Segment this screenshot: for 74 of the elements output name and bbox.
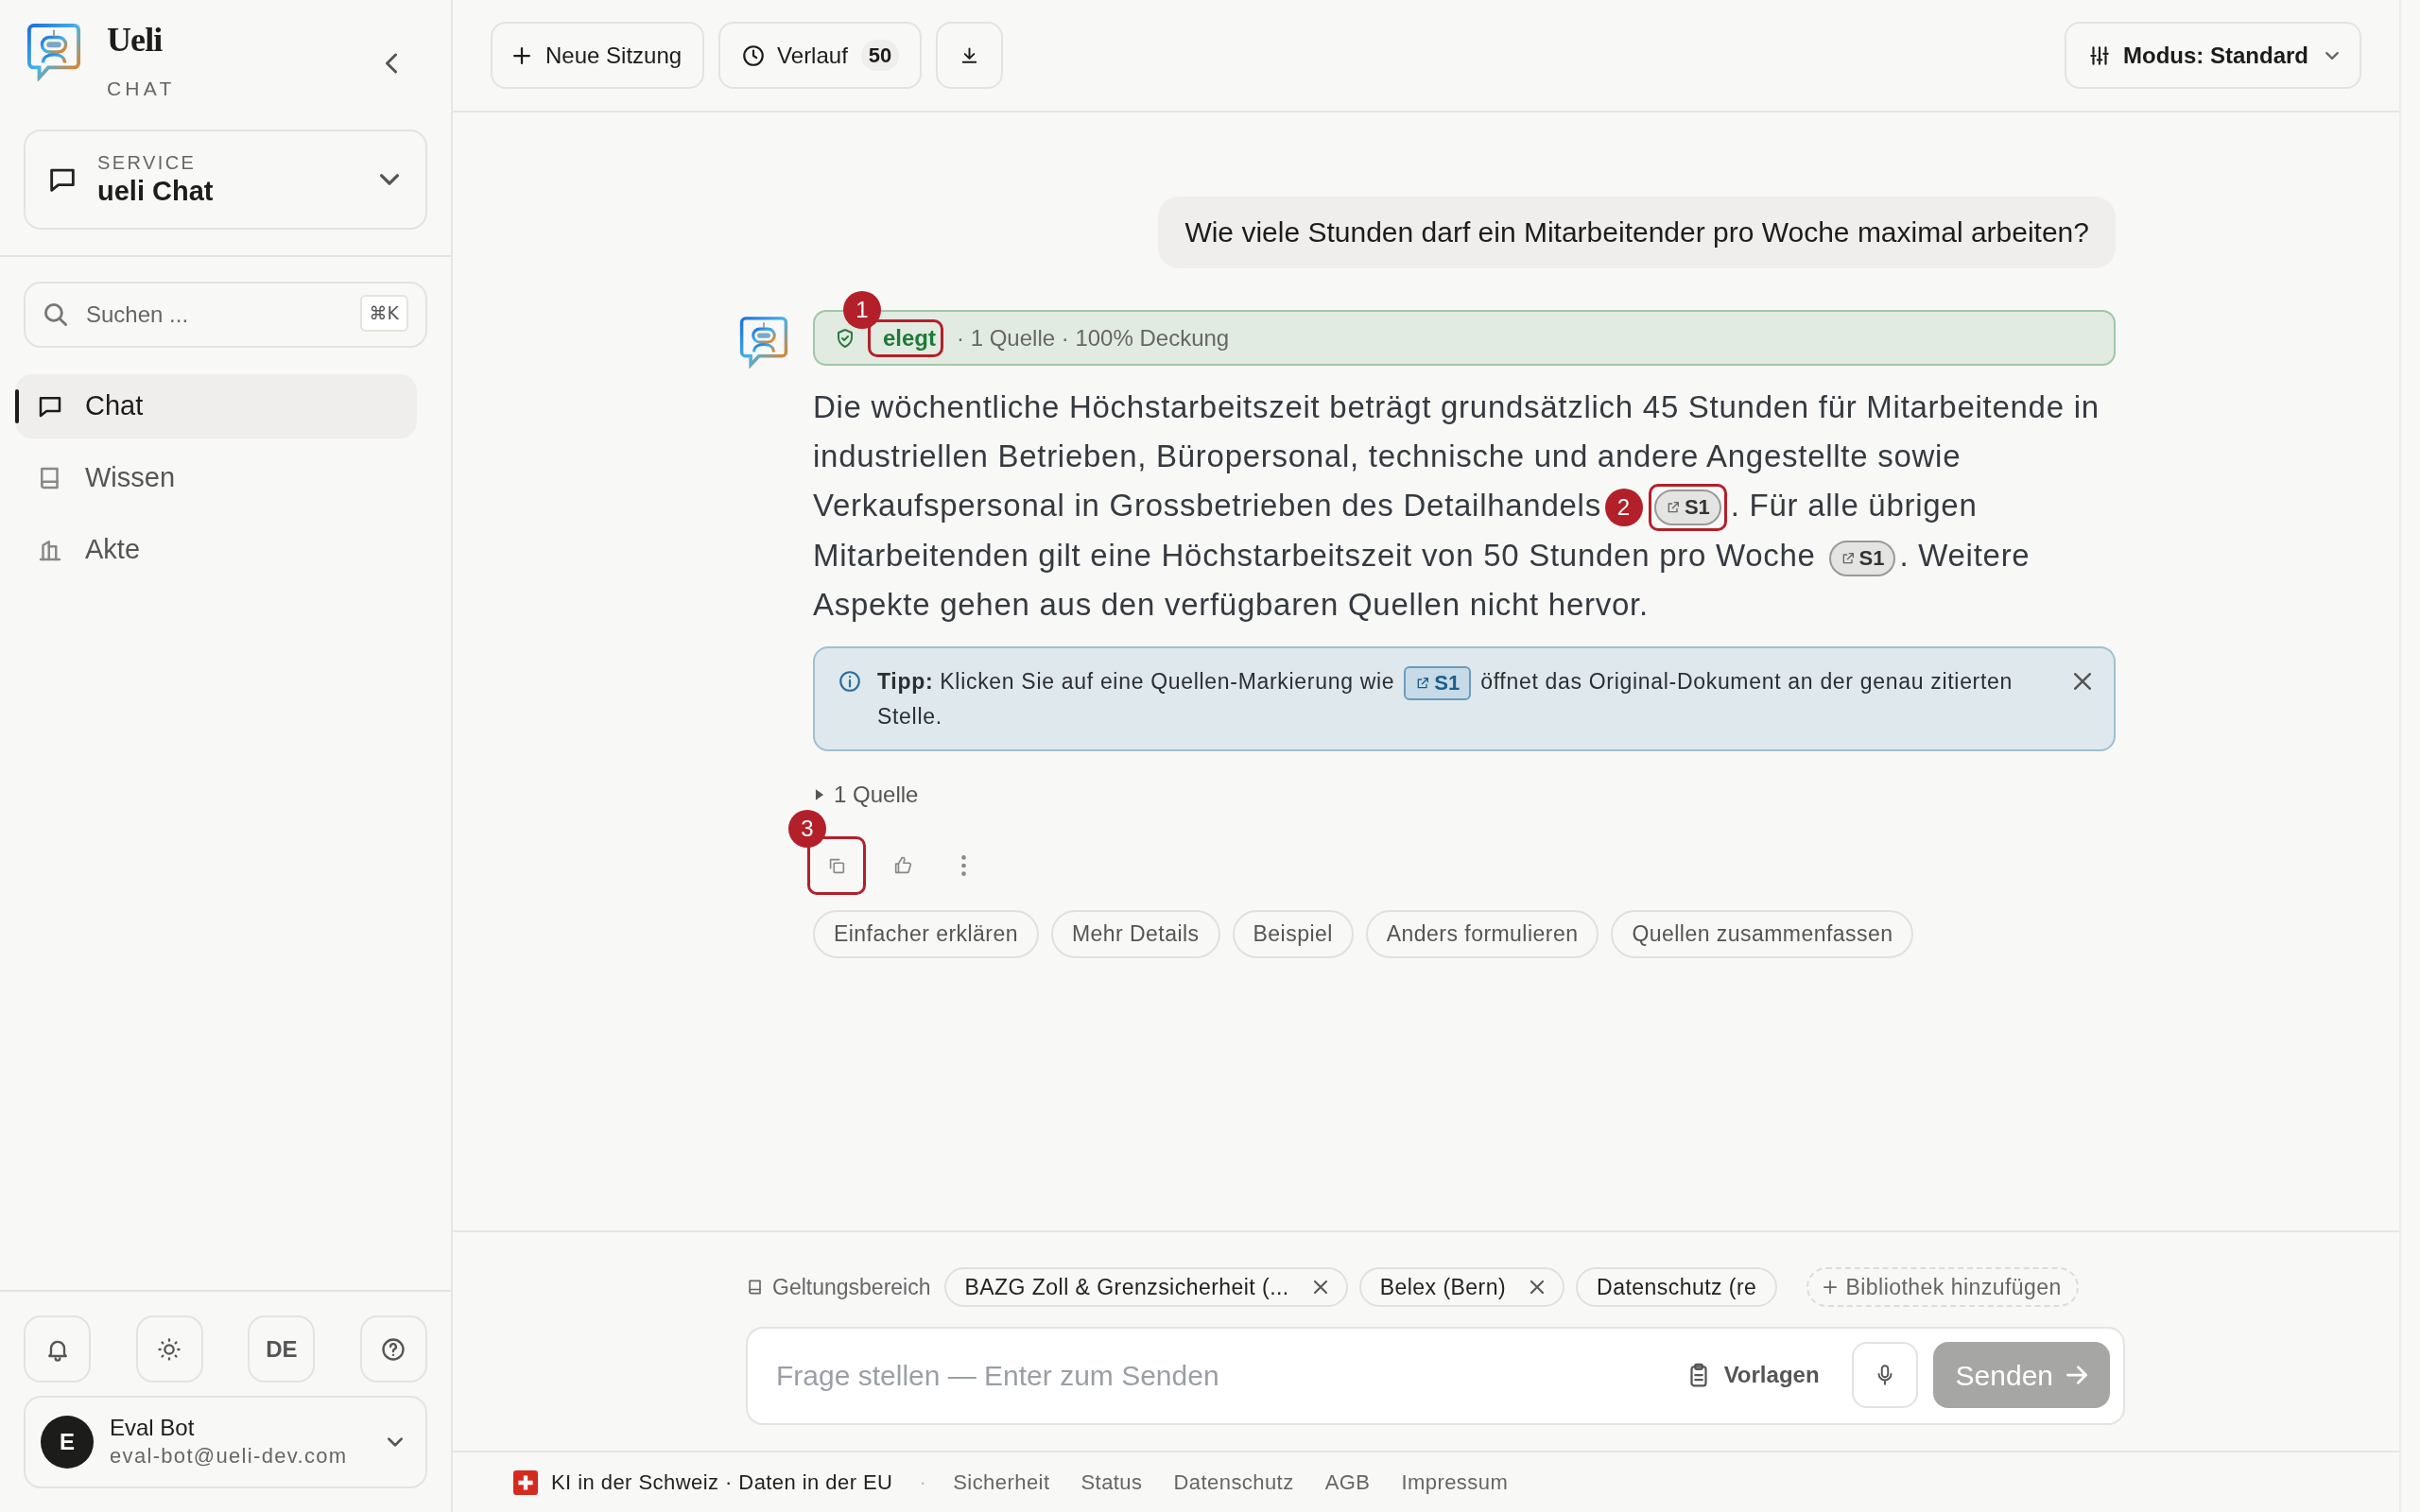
annotation-marker: 3 [788, 810, 826, 849]
user-avatar: E [41, 1416, 94, 1469]
history-button[interactable]: Verlauf 50 [718, 22, 923, 89]
suggestion-chip[interactable]: Beispiel [1232, 910, 1354, 959]
user-name: Eval Bot [110, 1414, 196, 1442]
robot-logo-icon [26, 23, 81, 81]
brand-name: Ueli [107, 21, 164, 59]
arrow-right-icon [2066, 1366, 2087, 1384]
mode-selector[interactable]: Modus: Standard [2065, 22, 2361, 89]
region-notice: KI in der Schweiz · Daten in der EU [551, 1469, 893, 1496]
close-icon [2074, 673, 2091, 691]
nav-item[interactable]: Wissen [15, 446, 417, 510]
clock-icon [741, 43, 767, 68]
chevron-left-icon [386, 53, 397, 74]
theme-button[interactable] [135, 1315, 203, 1383]
status-label: elegt [882, 324, 937, 352]
suggestion-chip[interactable]: Anders formulieren [1365, 910, 1599, 959]
close-button[interactable] [2074, 673, 2091, 691]
citation-chip[interactable]: S1 [1653, 490, 1721, 526]
more-icon [960, 855, 966, 877]
search-icon [44, 303, 67, 326]
swiss-flag-icon [513, 1469, 538, 1495]
suggestion-chip[interactable]: Quellen zusammenfassen [1611, 910, 1914, 959]
info-icon [838, 669, 862, 695]
scope-chip: Datenschutz (re [1576, 1267, 1778, 1307]
status-detail: · 1 Quelle · 100% Deckung [957, 323, 1230, 352]
remove-button[interactable] [1313, 1280, 1327, 1294]
user-email: eval-bot@ueli-dev.com [110, 1443, 348, 1469]
service-label: SERVICE [97, 151, 198, 174]
scope-chip: Belex (Bern) [1358, 1267, 1565, 1307]
microphone-button[interactable] [1851, 1342, 1918, 1408]
help-icon [380, 1335, 407, 1363]
scope-chip: BAZG Zoll & Grenzsicherheit (... [943, 1267, 1348, 1307]
footer-link[interactable]: Impressum [1401, 1467, 1509, 1498]
footer-link[interactable]: Sicherheit [953, 1467, 1050, 1498]
templates-button[interactable]: Vorlagen [1684, 1358, 1820, 1392]
tip-text: Tipp: Klicken Sie auf eine Quellen-Markierung wie S1 öffnet das Original-Dokument an der genau zitierten Stelle. [877, 665, 2055, 733]
footer-link[interactable]: Status [1080, 1467, 1143, 1498]
suggestion-chip[interactable]: Mehr Details [1050, 910, 1220, 959]
answer-text: Die wöchentliche Höchstarbeitszeit beträgt grundsätzlich 45 Stunden für Mitarbeitende in industriellen Betrieben, Büropersonal, technische und andere Angestellte sowie Verkaufspersonal in Grossbetrieben des Detailhandels 2 S1 . Für alle übrigen Mitarbeitenden gilt eine Höchstarbeitszeit von 50 Stunden pro Woche S1 . Weitere Aspekte gehen aus den verfügbaren Quellen nicht hervor. [813, 388, 2100, 625]
bot-avatar-icon [739, 316, 788, 369]
add-library-button[interactable]: Bibliothek hinzufügen [1806, 1267, 2079, 1307]
remove-button[interactable] [1530, 1280, 1545, 1294]
annotation-marker: 2 [1604, 489, 1643, 527]
scope-label: Geltungsbereich [772, 1273, 931, 1301]
count-badge: 50 [860, 40, 900, 71]
new-session-button[interactable]: Neue Sitzung [491, 22, 705, 89]
active-indicator [15, 389, 19, 423]
nav-item[interactable]: Chat [15, 374, 417, 438]
language-button[interactable]: DE [248, 1315, 316, 1383]
suggestion-chip[interactable]: Einfacher erklären [813, 910, 1039, 959]
user-menu[interactable]: E Eval Bot eval-bot@ueli-dev.com [24, 1396, 427, 1488]
close-icon [1530, 1280, 1545, 1294]
close-icon [1313, 1280, 1327, 1294]
service-selector[interactable]: SERVICE ueli Chat [24, 129, 427, 230]
chevron-down-icon [388, 1437, 403, 1447]
sources-toggle[interactable]: 1 Quelle [813, 778, 919, 813]
shortcut-hint: ⌘K [359, 295, 408, 332]
help-button[interactable] [359, 1315, 427, 1383]
footer-link[interactable]: AGB [1324, 1467, 1371, 1498]
footer-link[interactable]: Datenschutz [1173, 1467, 1294, 1498]
notifications-button[interactable] [24, 1315, 91, 1383]
citation-chip[interactable]: S1 [1828, 540, 1896, 576]
separator-dot: · [919, 1469, 927, 1496]
brand-subtitle: CHAT [107, 77, 176, 101]
user-message: Wie viele Stunden darf ein Mitarbeitender pro Woche maximal arbeiten? [1158, 197, 2116, 268]
plus-icon [513, 46, 530, 64]
annotation-marker: 1 [843, 290, 881, 329]
citation-chip[interactable]: S1 [1404, 666, 1472, 701]
service-name: ueli Chat [97, 175, 214, 208]
nav-item[interactable]: Akte [15, 518, 417, 582]
chevron-down-icon [2325, 51, 2339, 60]
chevron-down-icon [380, 174, 399, 185]
plus-icon [1823, 1280, 1837, 1294]
